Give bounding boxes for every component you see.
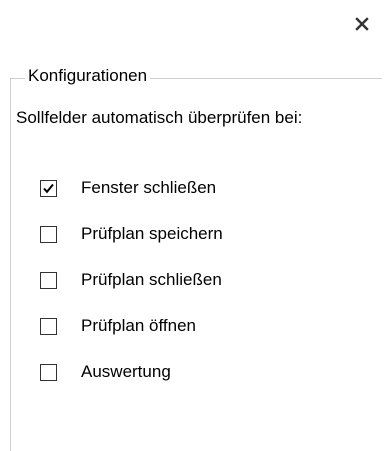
option-pruefplan-speichern[interactable]: Prüfplan speichern [40,211,223,257]
checkbox[interactable] [40,179,57,197]
option-pruefplan-oeffnen[interactable]: Prüfplan öffnen [40,303,223,349]
option-label: Prüfplan speichern [81,224,223,243]
option-label: Prüfplan öffnen [81,316,196,335]
option-auswertung[interactable]: Auswertung [40,349,223,395]
checkbox[interactable] [40,225,57,243]
config-panel: Konfigurationen Sollfelder automatisch ü… [0,0,390,451]
option-label: Prüfplan schließen [81,270,222,289]
option-label: Auswertung [81,362,171,381]
options-list: Fenster schließen Prüfplan speichern Prü… [40,165,223,395]
option-fenster-schliessen[interactable]: Fenster schließen [40,165,223,211]
option-label: Fenster schließen [81,178,217,197]
checkmark-icon [43,183,54,193]
close-button[interactable] [352,14,372,34]
auto-check-description: Sollfelder automatisch überprüfen bei: [16,108,303,127]
close-icon [355,17,369,31]
option-pruefplan-schliessen[interactable]: Prüfplan schließen [40,257,223,303]
checkbox[interactable] [40,271,57,289]
groupbox-title: Konfigurationen [25,65,151,87]
checkbox[interactable] [40,317,57,335]
checkbox[interactable] [40,363,57,381]
